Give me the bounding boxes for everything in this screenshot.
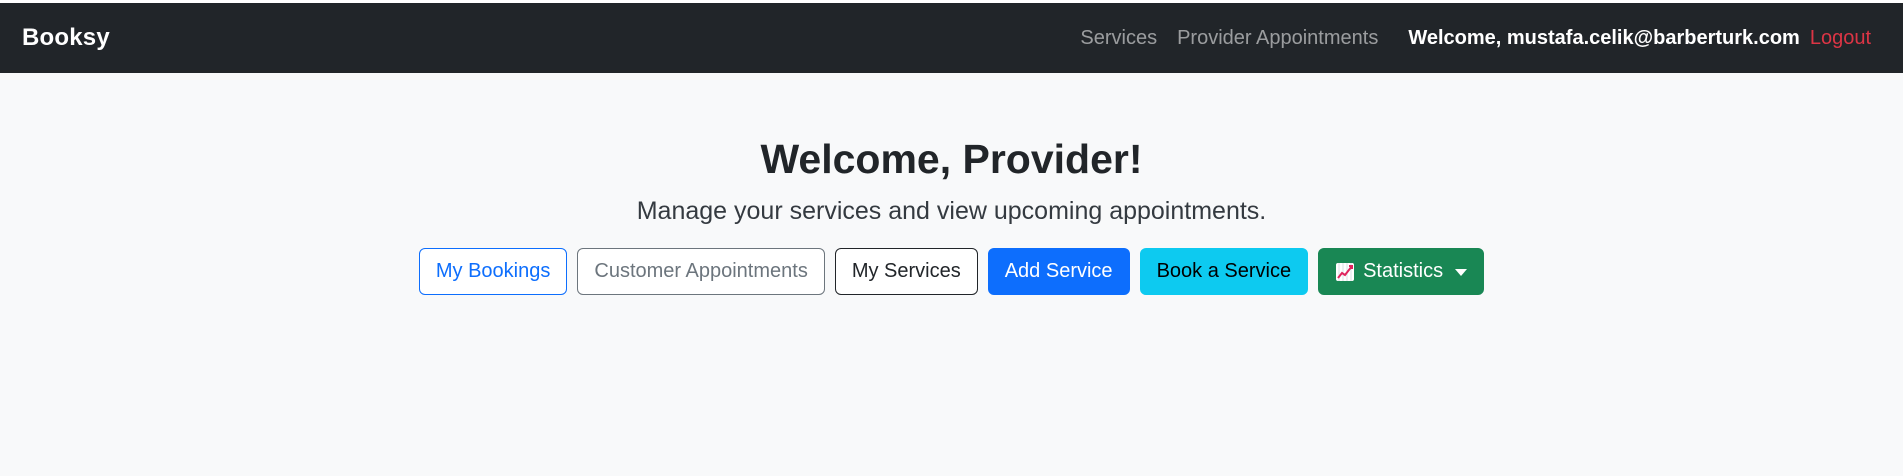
my-services-button[interactable]: My Services [834, 248, 978, 296]
statistics-dropdown-button[interactable]: Statistics [1318, 248, 1485, 296]
action-buttons: My Bookings Customer Appointments My Ser… [0, 248, 1903, 296]
chevron-down-icon [1455, 269, 1468, 277]
navbar: Booksy Services Provider Appointments We… [0, 3, 1903, 73]
nav-link-services[interactable]: Services [1080, 27, 1157, 50]
chart-increasing-icon [1335, 262, 1355, 282]
navbar-right: Services Provider Appointments Welcome, … [1080, 27, 1881, 50]
add-service-button[interactable]: Add Service [987, 248, 1130, 296]
page-subtitle: Manage your services and view upcoming a… [636, 197, 1267, 226]
book-service-button[interactable]: Book a Service [1139, 248, 1309, 296]
customer-appointments-button[interactable]: Customer Appointments [577, 248, 825, 296]
brand-link[interactable]: Booksy [22, 24, 110, 52]
my-bookings-button[interactable]: My Bookings [418, 248, 568, 296]
welcome-user-text: Welcome, mustafa.celik@barberturk.com [1408, 26, 1800, 49]
page-title: Welcome, Provider! [760, 136, 1143, 182]
logout-link[interactable]: Logout [1810, 27, 1871, 50]
statistics-label: Statistics [1363, 260, 1444, 283]
hero-section: Welcome, Provider! Manage your services … [0, 73, 1903, 296]
nav-link-provider-appointments[interactable]: Provider Appointments [1177, 27, 1378, 50]
